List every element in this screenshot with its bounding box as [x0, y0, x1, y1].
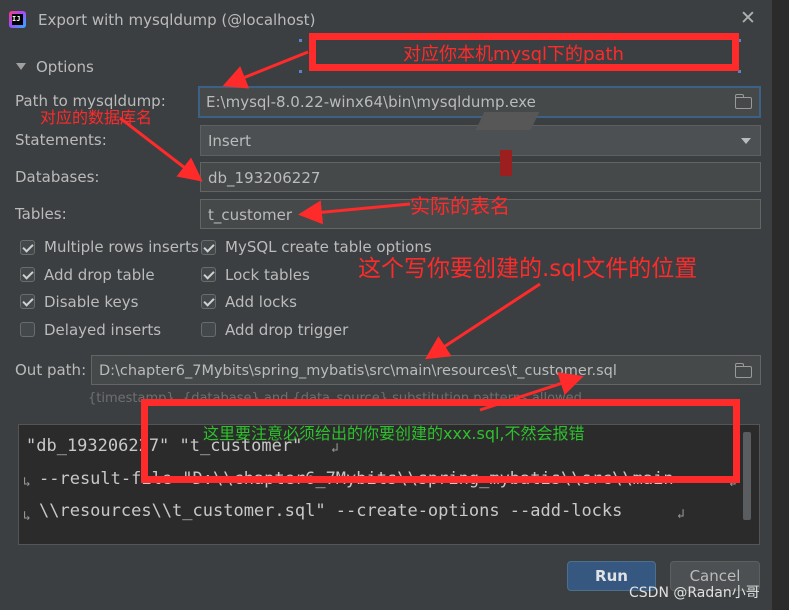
annotation-arrow — [424, 282, 541, 360]
annotation-arrow — [119, 116, 203, 182]
annotation-arrow — [222, 50, 309, 89]
annotation-arrows — [119, 50, 584, 412]
watermark: CSDN @Radan小哥 — [629, 585, 760, 601]
annotation-arrow — [479, 372, 584, 412]
annotation-arrow — [298, 200, 411, 225]
